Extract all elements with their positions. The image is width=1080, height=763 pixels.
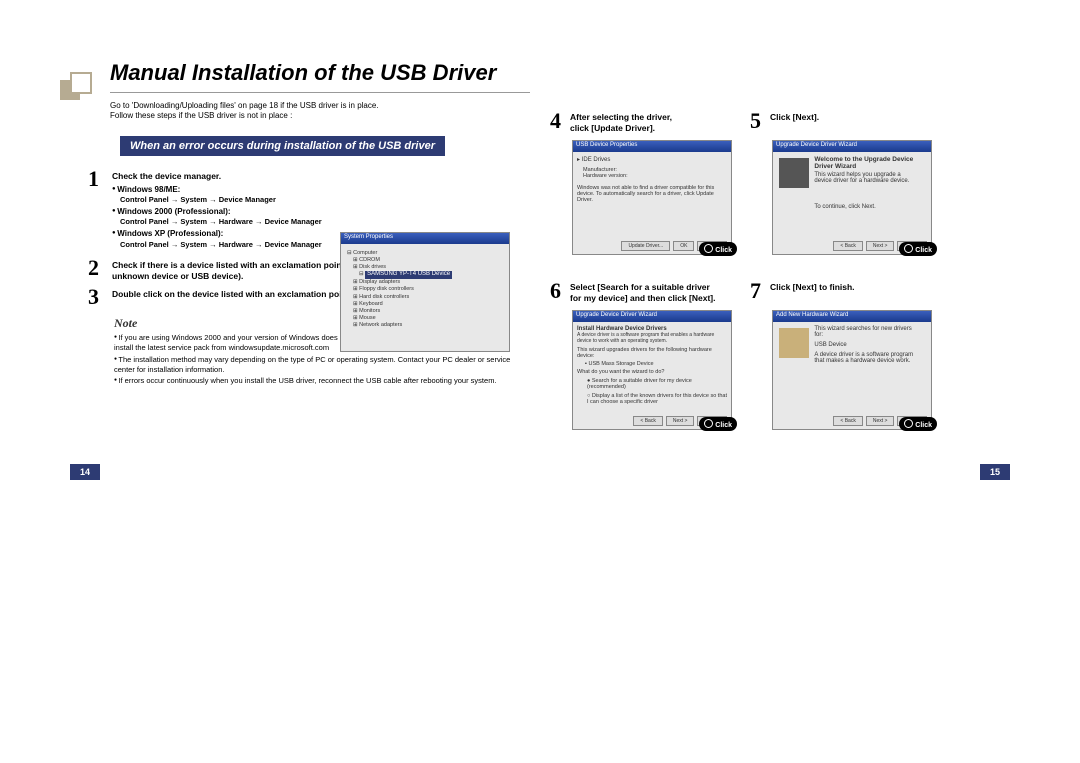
screenshot-step6: Upgrade Device Driver Wizard Install Har… (572, 310, 732, 430)
click-badge: Click (699, 242, 737, 256)
screenshot-step4: USB Device Properties ▸ IDE Drives Manuf… (572, 140, 732, 255)
title-ornament (60, 72, 96, 100)
screenshot-step5: Upgrade Device Driver Wizard Welcome to … (772, 140, 932, 255)
step-7: 7 Click [Next] to finish. (750, 280, 855, 302)
page-number-right: 15 (980, 464, 1010, 480)
error-heading: When an error occurs during installation… (120, 136, 445, 156)
page-15: 4 After selecting the driver,click [Upda… (540, 60, 1020, 460)
screenshot-step7: Add New Hardware Wizard This wizard sear… (772, 310, 932, 430)
click-badge: Click (699, 417, 737, 431)
intro-text: Go to 'Downloading/Uploading files' on p… (110, 101, 510, 122)
click-badge: Click (899, 417, 937, 431)
step-6: 6 Select [Search for a suitable driverfo… (550, 280, 715, 304)
screenshot-device-manager: System Properties ⊟ Computer ⊞ CDROM ⊞ D… (340, 232, 510, 352)
page-number-left: 14 (70, 464, 100, 480)
step-4: 4 After selecting the driver,click [Upda… (550, 110, 672, 134)
click-badge: Click (899, 242, 937, 256)
step-5: 5 Click [Next]. (750, 110, 819, 132)
page-14: Manual Installation of the USB Driver Go… (60, 60, 540, 460)
page-title: Manual Installation of the USB Driver (110, 60, 530, 93)
